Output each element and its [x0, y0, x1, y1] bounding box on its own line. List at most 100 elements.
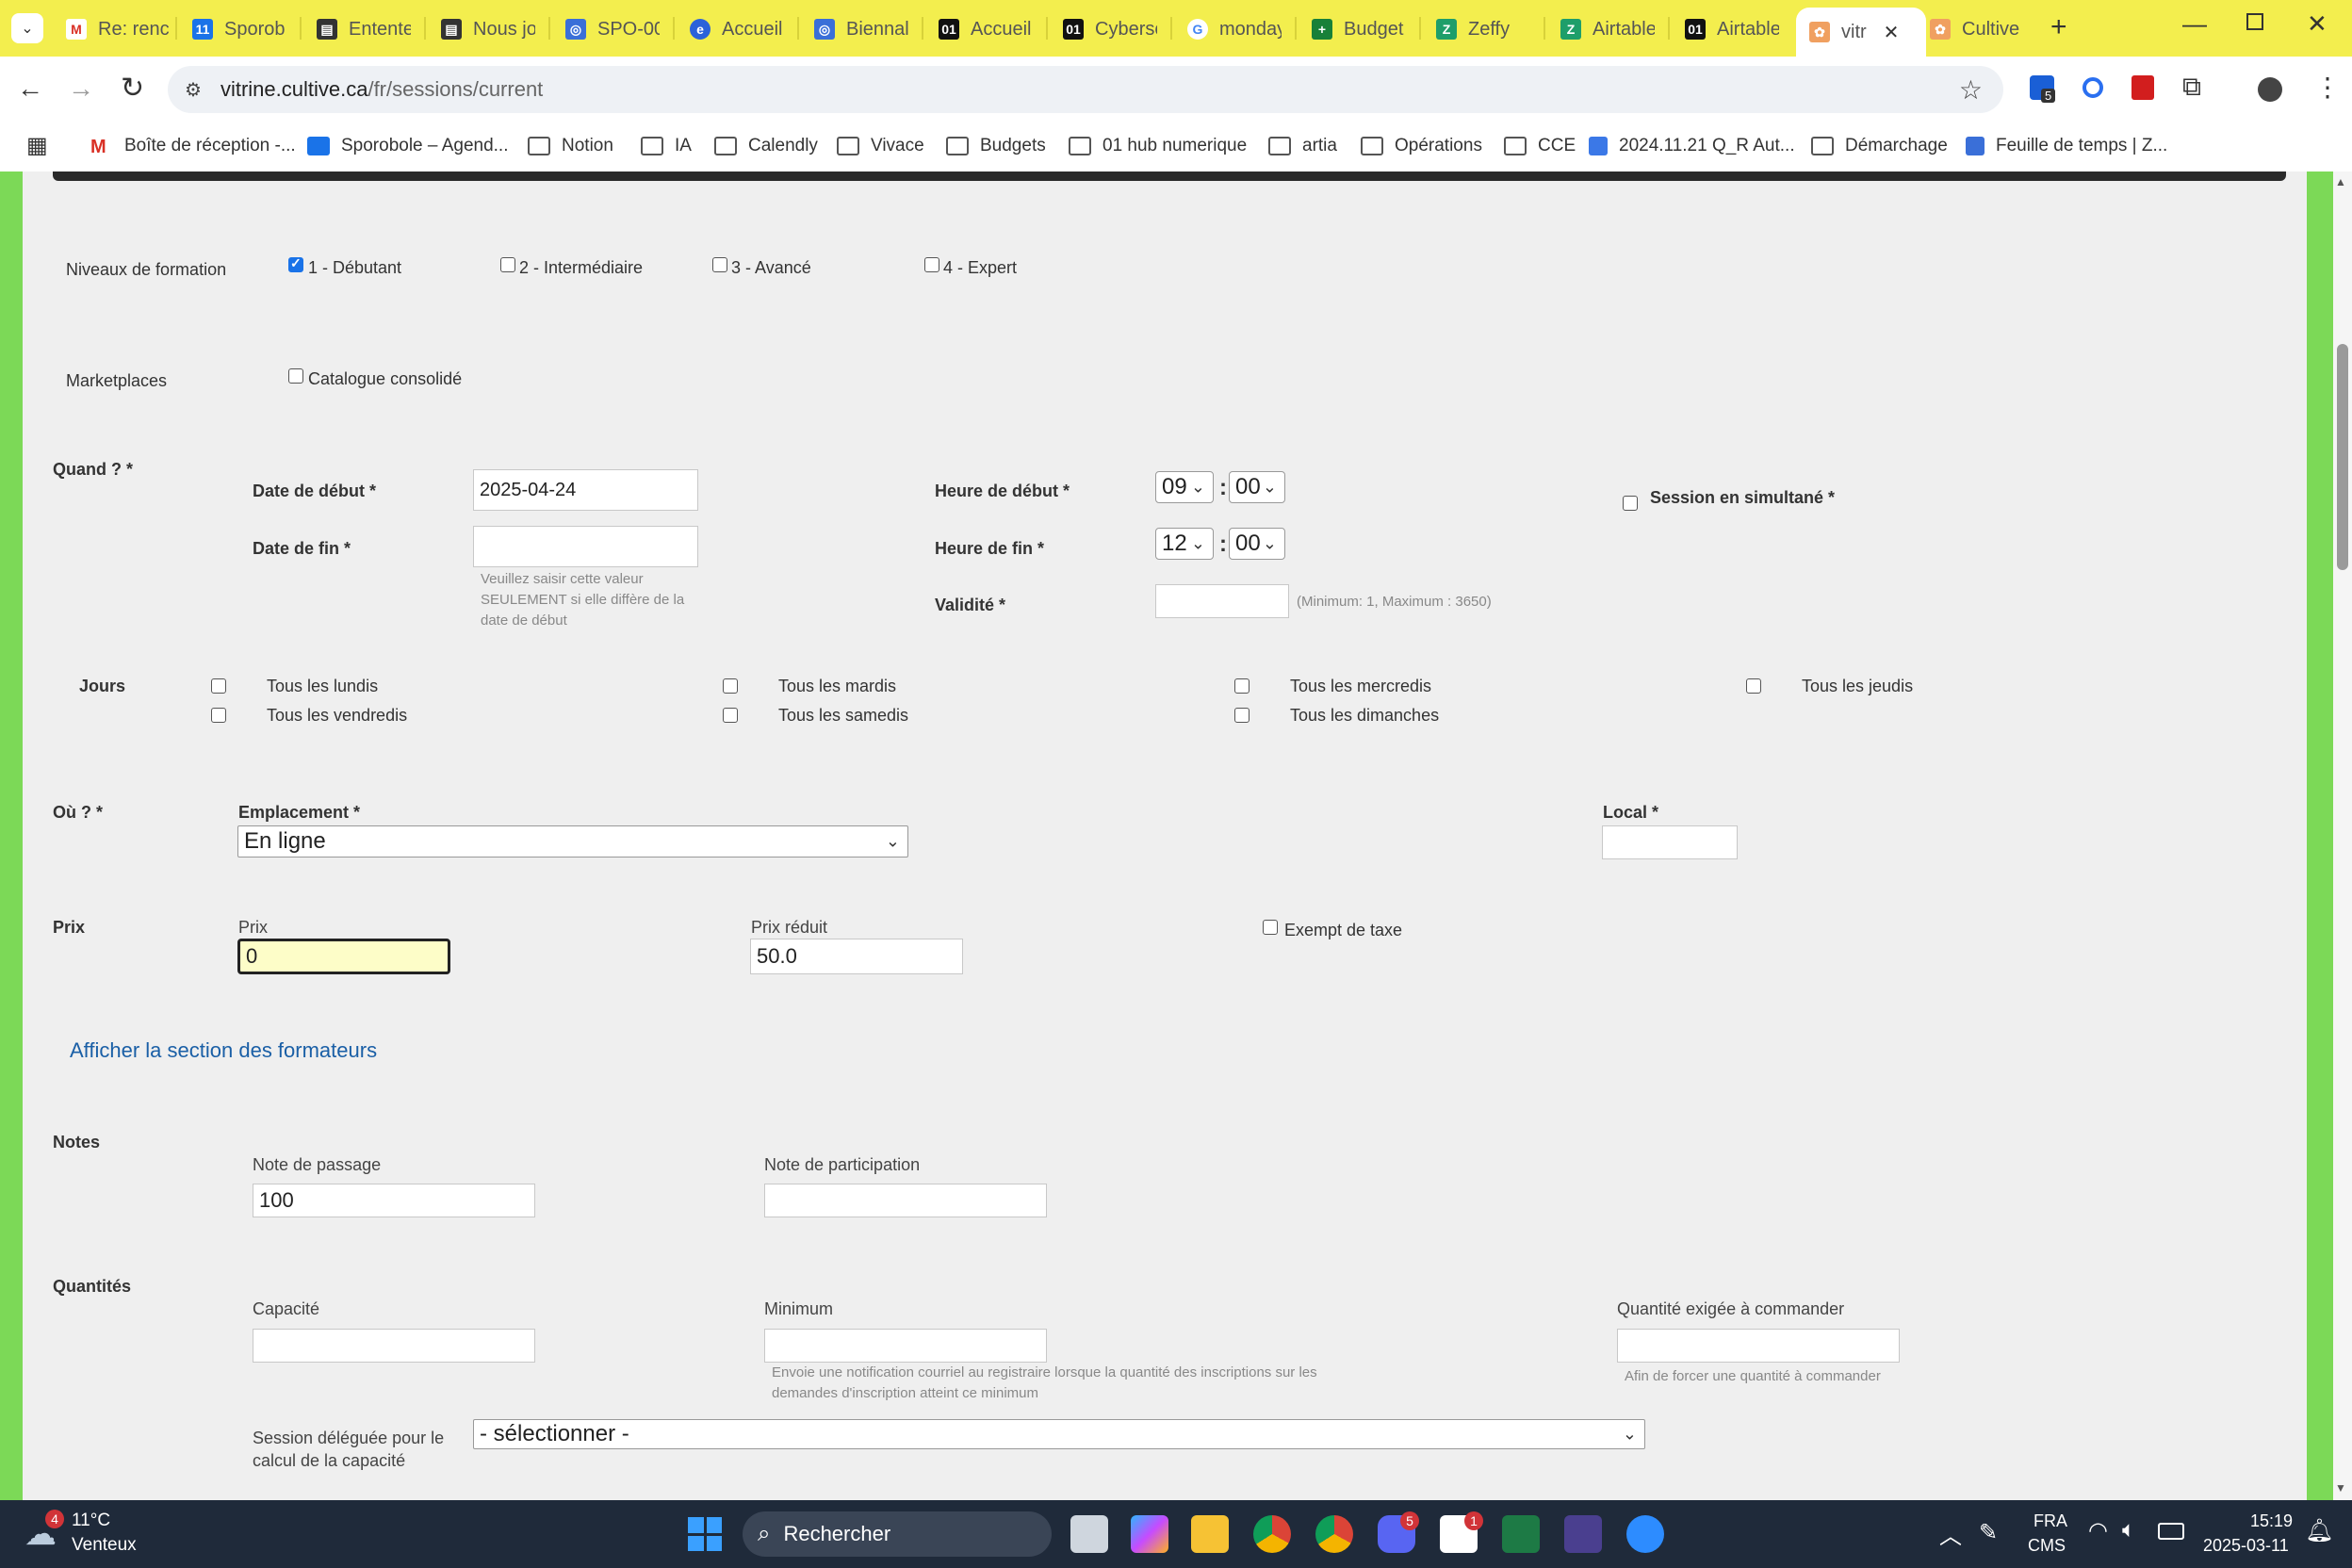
wifi-icon[interactable]: ◠: [2088, 1517, 2108, 1544]
participation-grade-input[interactable]: [764, 1184, 1047, 1217]
scroll-up-icon[interactable]: ▲: [2335, 175, 2346, 188]
bookmark-12[interactable]: Démarchage: [1811, 130, 1948, 162]
catalogue-checkbox[interactable]: [288, 368, 303, 384]
end-date-input[interactable]: [473, 526, 698, 567]
tax-exempt-checkbox[interactable]: [1263, 920, 1278, 935]
restore-icon[interactable]: [2246, 13, 2263, 30]
tab-9[interactable]: Gmonday: [1187, 11, 1282, 47]
tab-2[interactable]: ▤ Entente: [317, 11, 411, 47]
end-minute-select[interactable]: 00 ⌄: [1229, 528, 1285, 560]
back-icon[interactable]: ←: [17, 74, 43, 104]
app-g-icon[interactable]: [1564, 1515, 1602, 1553]
delegated-session-select[interactable]: - sélectionner - ⌄: [473, 1419, 1645, 1449]
bookmark-6[interactable]: Budgets: [946, 130, 1046, 162]
tab-13[interactable]: 01 Airtable: [1685, 11, 1779, 47]
bookmark-9[interactable]: Opérations: [1361, 130, 1482, 162]
level-4-checkbox[interactable]: [924, 257, 939, 272]
puzzle-icon[interactable]: ⧉: [2182, 72, 2201, 103]
zoom-icon[interactable]: [1626, 1515, 1664, 1553]
bookmark-2[interactable]: Notion: [528, 130, 613, 162]
site-info-icon[interactable]: ⚙: [185, 78, 202, 102]
day-sunday-checkbox[interactable]: [1234, 708, 1250, 723]
close-tab-icon[interactable]: ✕: [1884, 21, 1900, 44]
required-qty-input[interactable]: [1617, 1329, 1900, 1363]
clock-time[interactable]: 15:19: [2250, 1511, 2293, 1531]
scroll-down-icon[interactable]: ▼: [2335, 1481, 2346, 1494]
tab-10[interactable]: + Budget: [1312, 11, 1406, 47]
taskbar-search[interactable]: ⌕ Rechercher: [743, 1511, 1052, 1557]
bookmark-11[interactable]: 2024.11.21 Q_R Aut...: [1589, 130, 1795, 162]
excel-icon[interactable]: [1502, 1515, 1540, 1553]
day-friday-checkbox[interactable]: [211, 708, 226, 723]
new-tab-icon[interactable]: +: [2050, 11, 2067, 43]
start-date-input[interactable]: 2025-04-24: [473, 469, 698, 511]
tab-12[interactable]: Z Airtable: [1560, 11, 1655, 47]
tab-4[interactable]: ◎ SPO-00: [565, 11, 660, 47]
volume-icon[interactable]: 🔈︎: [2122, 1517, 2135, 1544]
bookmark-0[interactable]: M Boîte de réception -...: [90, 130, 296, 162]
file-explorer-icon[interactable]: [1191, 1515, 1229, 1553]
bookmark-13[interactable]: Feuille de temps | Z...: [1966, 130, 2167, 162]
tab-14-active[interactable]: ✿ vitr ✕: [1796, 8, 1926, 57]
location-select[interactable]: En ligne ⌄: [237, 825, 908, 858]
chrome-icon[interactable]: [1253, 1515, 1291, 1553]
show-trainers-link[interactable]: Afficher la section des formateurs: [70, 1038, 377, 1063]
level-3-checkbox[interactable]: [712, 257, 727, 272]
bookmark-5[interactable]: Vivace: [837, 130, 924, 162]
reduced-price-input[interactable]: 50.0: [750, 939, 963, 974]
bookmark-8[interactable]: artia: [1268, 130, 1337, 162]
bookmark-star-icon[interactable]: ☆: [1959, 74, 1983, 106]
tab-6[interactable]: ◎ Biennal: [814, 11, 908, 47]
pen-icon[interactable]: ✎: [1979, 1519, 1998, 1546]
day-saturday-checkbox[interactable]: [723, 708, 738, 723]
start-minute-select[interactable]: 00 ⌄: [1229, 471, 1285, 503]
minimum-input[interactable]: [764, 1329, 1047, 1363]
room-input[interactable]: [1602, 825, 1738, 859]
day-wednesday-checkbox[interactable]: [1234, 678, 1250, 694]
chrome-profile-icon[interactable]: [1315, 1515, 1353, 1553]
copilot-icon[interactable]: [1131, 1515, 1168, 1553]
tab-0[interactable]: M Re: renc: [66, 11, 170, 47]
simultaneous-checkbox[interactable]: [1623, 496, 1638, 511]
menu-kebab-icon[interactable]: ⋮: [2314, 72, 2341, 103]
notification-bell-icon[interactable]: 🔔︎: [2305, 1517, 2333, 1544]
battery-icon[interactable]: [2158, 1523, 2184, 1540]
tab-5[interactable]: e Accueil: [690, 11, 784, 47]
price-input[interactable]: 0: [237, 939, 450, 974]
reload-icon[interactable]: ↻: [121, 72, 144, 105]
pass-grade-input[interactable]: 100: [253, 1184, 535, 1217]
apps-grid-icon[interactable]: ▦: [26, 132, 48, 159]
pdf-icon[interactable]: [2132, 75, 2154, 100]
end-hour-select[interactable]: 12 ⌄: [1155, 528, 1214, 560]
day-tuesday-checkbox[interactable]: [723, 678, 738, 694]
input-lang-mode[interactable]: CMS: [2028, 1536, 2066, 1556]
clock-date[interactable]: 2025-03-11: [2203, 1536, 2289, 1556]
level-1-checkbox[interactable]: [288, 255, 303, 272]
bookmark-7[interactable]: 01 hub numerique: [1069, 130, 1247, 162]
bookmark-1[interactable]: Sporobole – Agend...: [307, 130, 508, 162]
level-2-checkbox[interactable]: [500, 257, 515, 272]
bookmark-10[interactable]: CCE: [1504, 130, 1576, 162]
task-view-icon[interactable]: [1070, 1515, 1108, 1553]
forward-icon[interactable]: →: [68, 74, 94, 104]
start-windows-icon[interactable]: [688, 1517, 722, 1551]
tab-list-button[interactable]: ⌄: [11, 13, 43, 43]
tray-chevron-up-icon[interactable]: ︿: [1939, 1517, 1962, 1550]
bookmark-4[interactable]: Calendly: [714, 130, 818, 162]
address-bar[interactable]: ⚙ vitrine.cultive.ca/fr/sessions/current…: [168, 66, 2003, 113]
extension-circle-icon[interactable]: [2082, 77, 2103, 98]
validity-input[interactable]: [1155, 584, 1289, 618]
minimize-icon[interactable]: —: [2182, 9, 2207, 39]
capacity-input[interactable]: [253, 1329, 535, 1363]
scrollbar-thumb[interactable]: [2337, 344, 2348, 570]
start-hour-select[interactable]: 09 ⌄: [1155, 471, 1214, 503]
day-thursday-checkbox[interactable]: [1746, 678, 1761, 694]
profile-avatar[interactable]: [2258, 77, 2282, 102]
tab-7[interactable]: 01 Accueil: [939, 11, 1033, 47]
tab-1[interactable]: 11 Sporob: [192, 11, 286, 47]
tab-11[interactable]: Z Zeffy: [1436, 11, 1530, 47]
close-window-icon[interactable]: ✕: [2307, 9, 2328, 39]
bookmark-3[interactable]: IA: [641, 130, 692, 162]
day-monday-checkbox[interactable]: [211, 678, 226, 694]
tab-8[interactable]: 01 Cyberse: [1063, 11, 1157, 47]
